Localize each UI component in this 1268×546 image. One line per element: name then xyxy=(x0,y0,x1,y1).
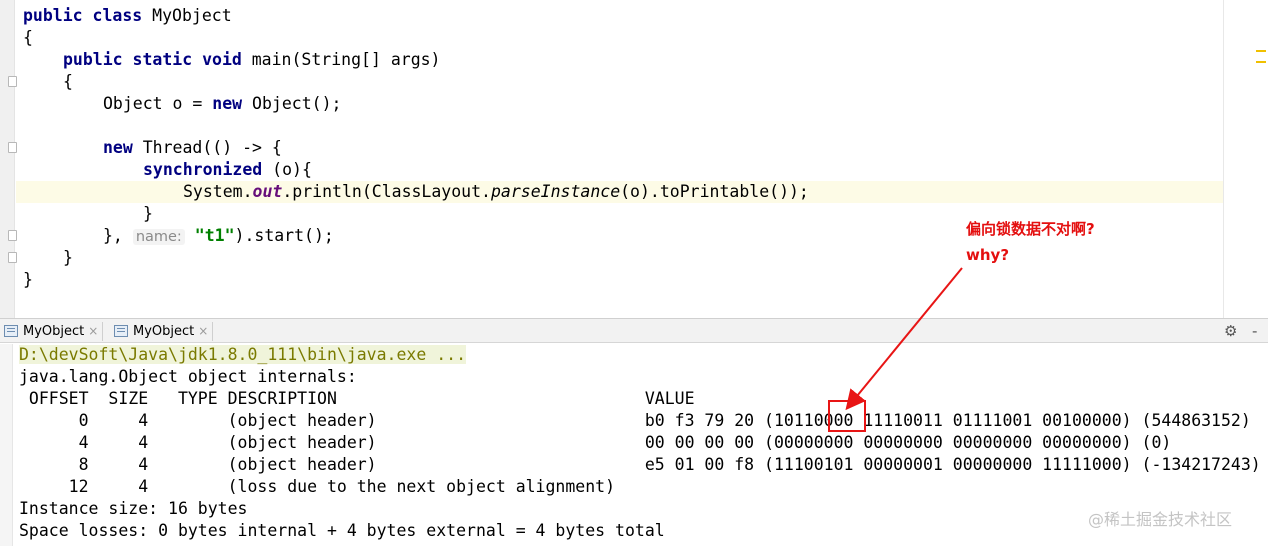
code-line-8: synchronized (o){ xyxy=(143,160,312,179)
fold-marker[interactable] xyxy=(8,252,17,263)
annotation-question: 偏向锁数据不对啊? xyxy=(966,220,1095,238)
code-line-9: System.out.println(ClassLayout.parseInst… xyxy=(183,182,809,201)
editor-gutter xyxy=(0,0,17,318)
run-tab-myobject-1[interactable]: MyObject × xyxy=(2,321,98,342)
run-tab-myobject-2[interactable]: MyObject × xyxy=(112,321,208,342)
annotation-highlight-box xyxy=(828,400,866,432)
console-row: 0 4 (object header) b0 f3 79 20 (1011000… xyxy=(19,411,1251,430)
code-line-2: { xyxy=(23,28,33,47)
fold-marker[interactable] xyxy=(8,142,17,153)
close-icon[interactable]: × xyxy=(198,324,208,338)
right-margin-guide xyxy=(1223,0,1224,318)
fold-marker[interactable] xyxy=(8,230,17,241)
console-space-losses: Space losses: 0 bytes internal + 4 bytes… xyxy=(19,521,665,540)
console-gutter xyxy=(0,344,13,546)
console-output[interactable]: D:\devSoft\Java\jdk1.8.0_111\bin\java.ex… xyxy=(0,344,1268,546)
parameter-hint: name: xyxy=(132,229,185,245)
scrollbar-warning-marker[interactable] xyxy=(1256,61,1266,63)
minimize-icon[interactable]: - xyxy=(1252,321,1257,342)
console-row: 8 4 (object header) e5 01 00 f8 (1110010… xyxy=(19,455,1261,474)
code-editor[interactable]: public class MyObject { public static vo… xyxy=(0,0,1268,318)
tab-divider xyxy=(212,322,213,341)
scrollbar-warning-marker[interactable] xyxy=(1256,50,1266,52)
code-line-11: }, name: "t1").start(); xyxy=(103,226,334,245)
console-command-line[interactable]: D:\devSoft\Java\jdk1.8.0_111\bin\java.ex… xyxy=(19,344,467,366)
close-icon[interactable]: × xyxy=(88,324,98,338)
tab-divider xyxy=(102,322,103,341)
console-internals-header: java.lang.Object object internals: xyxy=(19,367,357,386)
fold-marker[interactable] xyxy=(8,76,17,87)
code-line-4: { xyxy=(63,72,73,91)
code-line-12: } xyxy=(63,248,73,267)
code-line-7: new Thread(() -> { xyxy=(103,138,282,157)
code-line-10: } xyxy=(143,204,153,223)
console-icon xyxy=(114,325,128,337)
annotation-why: why? xyxy=(966,246,1010,264)
console-icon xyxy=(4,325,18,337)
watermark: @稀土掘金技术社区 xyxy=(1088,510,1233,529)
console-row: 4 4 (object header) 00 00 00 00 (0000000… xyxy=(19,433,1172,452)
console-column-header: OFFSET SIZE TYPE DESCRIPTION VALUE xyxy=(19,389,695,408)
gear-icon[interactable]: ⚙ xyxy=(1224,321,1237,342)
run-tab-bar: MyObject × MyObject × ⚙ - xyxy=(0,318,1268,343)
console-instance-size: Instance size: 16 bytes xyxy=(19,499,248,518)
code-line-3: public static void main(String[] args) xyxy=(63,50,441,69)
code-line-5: Object o = new Object(); xyxy=(103,94,342,113)
code-line-13: } xyxy=(23,270,33,289)
code-line-1: public class MyObject xyxy=(23,6,232,25)
console-row: 12 4 (loss due to the next object alignm… xyxy=(19,477,616,496)
